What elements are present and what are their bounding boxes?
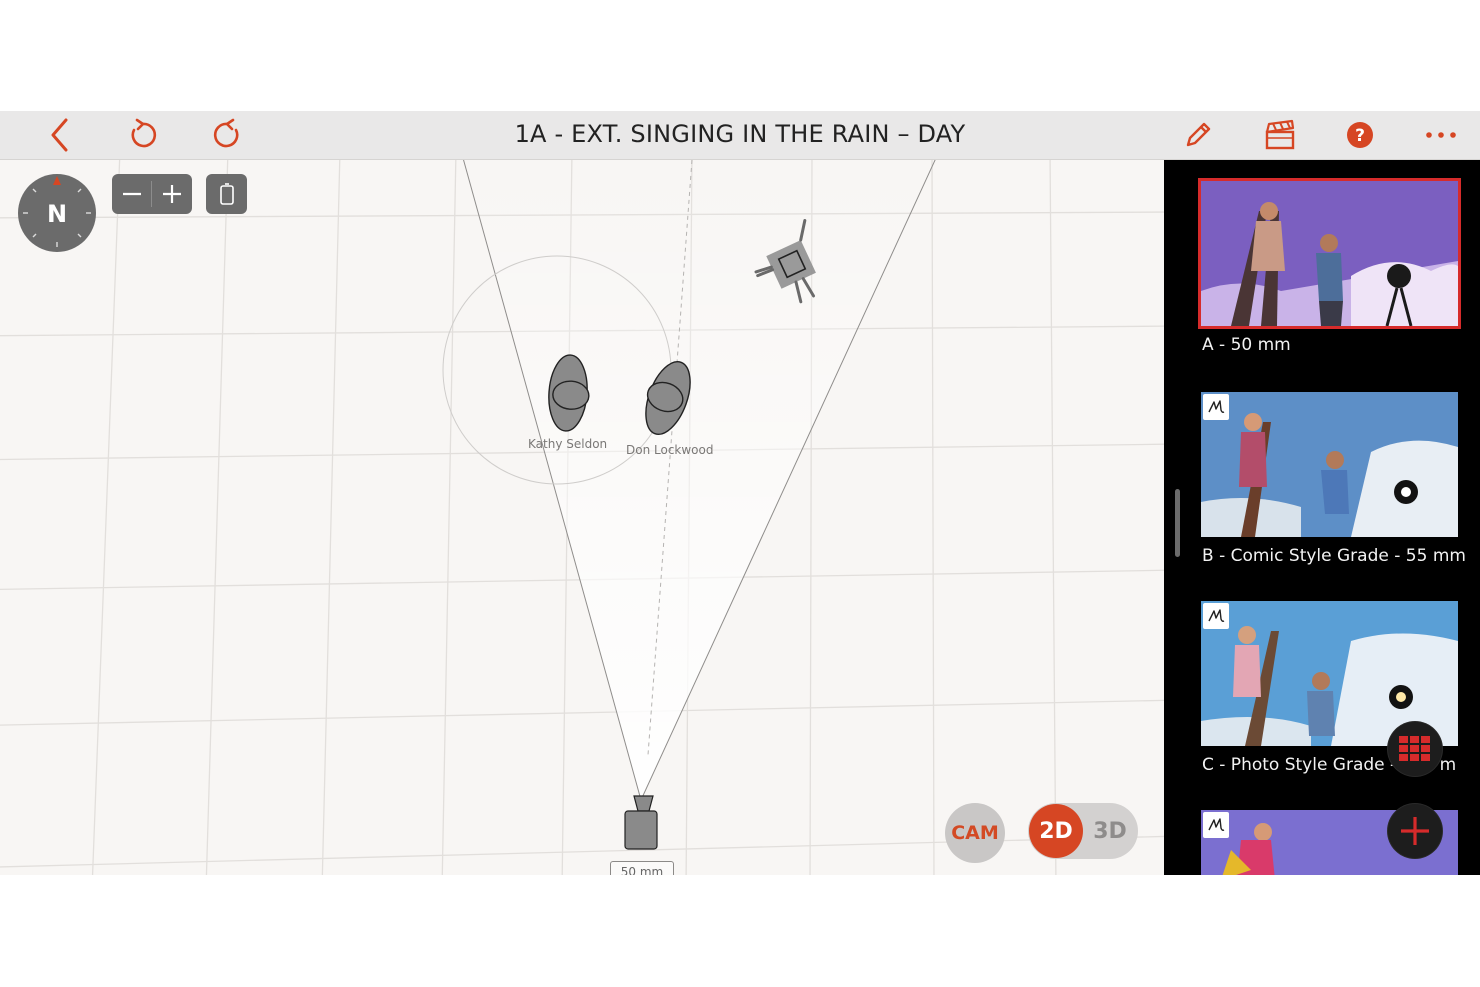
help-icon: ? bbox=[1347, 122, 1373, 148]
view-mode-toggle: 2D 3D bbox=[1028, 803, 1138, 859]
shot-caption-text: C - Photo Style Grade - bbox=[1202, 755, 1402, 775]
phone-icon bbox=[219, 183, 234, 205]
sketch-badge bbox=[1203, 812, 1229, 838]
shot-card-a[interactable]: A - 50 mm bbox=[1198, 178, 1461, 355]
grid-icon bbox=[1399, 736, 1430, 761]
shot-card-b[interactable]: B - Comic Style Grade - 55 mm bbox=[1201, 392, 1466, 566]
mode-3d-button[interactable]: 3D bbox=[1083, 804, 1137, 858]
shot-caption: B - Comic Style Grade - 55 mm bbox=[1202, 546, 1466, 566]
camera-fov-cone bbox=[463, 160, 936, 800]
shot-caption: A - 50 mm bbox=[1202, 335, 1291, 355]
sketch-icon bbox=[1208, 609, 1225, 622]
zoom-out-button[interactable] bbox=[112, 174, 152, 214]
actor-label: Don Lockwood bbox=[626, 443, 714, 457]
back-button[interactable] bbox=[36, 111, 84, 159]
panel-resize-handle[interactable] bbox=[1175, 489, 1180, 557]
minus-icon bbox=[123, 192, 141, 196]
sketch-icon bbox=[1208, 818, 1225, 831]
shot-thumbnail bbox=[1198, 178, 1461, 329]
edit-button[interactable] bbox=[1174, 111, 1222, 159]
plus-icon bbox=[163, 185, 181, 203]
shot-list-panel[interactable]: A - 50 mm B - Comic Style Grade - 55 mm … bbox=[1164, 160, 1480, 875]
more-button[interactable] bbox=[1417, 111, 1465, 159]
shot-caption-tail: m bbox=[1439, 755, 1457, 775]
floor-plan-stage bbox=[0, 160, 1164, 875]
actor-label: Kathy Seldon bbox=[528, 437, 608, 451]
mode-2d-button[interactable]: 2D bbox=[1029, 804, 1083, 858]
floor-plan-canvas[interactable]: Kathy Seldon Don Lockwood 50 mm N CAM 2D… bbox=[0, 160, 1164, 875]
compass-label: N bbox=[47, 200, 67, 228]
app-window: 1A - EXT. SINGING IN THE RAIN – DAY ? Ka… bbox=[0, 111, 1480, 875]
plus-icon bbox=[1401, 817, 1429, 845]
more-icon bbox=[1426, 132, 1456, 138]
cam-button[interactable]: CAM bbox=[945, 803, 1005, 863]
top-toolbar: 1A - EXT. SINGING IN THE RAIN – DAY ? bbox=[0, 111, 1480, 160]
undo-button[interactable] bbox=[119, 111, 167, 159]
pencil-icon bbox=[1186, 122, 1211, 147]
storyboard-button[interactable] bbox=[1256, 111, 1304, 159]
camera-lens-tag: 50 mm bbox=[610, 861, 674, 875]
compass-button[interactable]: N bbox=[17, 173, 97, 253]
sketch-badge bbox=[1203, 394, 1229, 420]
sketch-icon bbox=[1208, 400, 1225, 413]
add-shot-button[interactable] bbox=[1388, 804, 1442, 858]
grid-view-button[interactable] bbox=[1388, 722, 1442, 776]
zoom-in-button[interactable] bbox=[152, 174, 192, 214]
undo-icon bbox=[131, 118, 157, 148]
zoom-control bbox=[112, 174, 192, 214]
device-view-button[interactable] bbox=[206, 174, 247, 214]
camera-object bbox=[624, 795, 658, 850]
redo-icon bbox=[213, 118, 239, 148]
sketch-badge bbox=[1203, 603, 1229, 629]
shot-thumbnail bbox=[1201, 392, 1458, 537]
clapperboard-icon bbox=[1265, 119, 1295, 150]
help-button[interactable]: ? bbox=[1336, 111, 1384, 159]
redo-button[interactable] bbox=[203, 111, 251, 159]
svg-text:?: ? bbox=[1355, 126, 1365, 146]
chevron-left-icon bbox=[51, 118, 68, 152]
